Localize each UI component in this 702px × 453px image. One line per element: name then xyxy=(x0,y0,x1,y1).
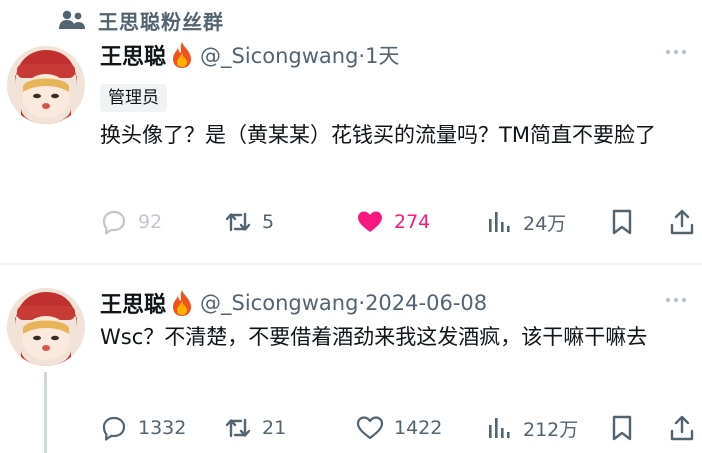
views-button[interactable]: 212万 xyxy=(485,412,578,444)
like-button[interactable]: 274 xyxy=(356,206,430,238)
like-button[interactable]: 1422 xyxy=(356,412,442,444)
post[interactable]: 王思聪 @_Sicongwang·2024-06-08 Wsc？不清楚，不要借着… xyxy=(0,280,702,453)
more-options-icon[interactable] xyxy=(664,48,688,56)
more-options-icon[interactable] xyxy=(664,296,688,304)
action-bar: 92 5 274 24万 xyxy=(100,206,700,238)
repost-icon xyxy=(225,418,251,438)
views-icon xyxy=(489,212,510,232)
avatar[interactable] xyxy=(7,46,85,124)
reply-button[interactable]: 1332 xyxy=(100,412,186,444)
thread-line xyxy=(44,372,47,453)
reply-count: 1332 xyxy=(138,417,187,439)
handle-date[interactable]: @_Sicongwang·2024-06-08 xyxy=(200,291,487,315)
bookmark-icon xyxy=(612,209,632,235)
repost-icon xyxy=(225,212,251,232)
heart-icon xyxy=(358,211,382,232)
bookmark-button[interactable] xyxy=(608,412,636,444)
reply-count: 92 xyxy=(138,211,163,233)
views-count: 24万 xyxy=(523,212,567,235)
views-count: 212万 xyxy=(523,418,579,441)
repost-count: 21 xyxy=(262,417,287,439)
heart-outline-icon xyxy=(356,416,384,440)
bookmark-button[interactable] xyxy=(608,206,636,238)
action-bar: 1332 21 1422 212万 xyxy=(100,412,700,444)
divider xyxy=(0,263,702,265)
post-text: 换头像了？是（黄某某）花钱买的流量吗？TM简直不要脸了 xyxy=(100,123,656,147)
repost-count: 5 xyxy=(262,211,275,233)
post[interactable]: 王思聪 @_Sicongwang·1天 管理员 换头像了？是（黄某某）花钱买的流… xyxy=(0,40,702,262)
repost-button[interactable]: 5 xyxy=(224,206,274,238)
bookmark-icon xyxy=(612,415,632,441)
reply-button[interactable]: 92 xyxy=(100,206,162,238)
like-count: 274 xyxy=(394,211,431,233)
fire-icon xyxy=(173,42,192,68)
reply-icon xyxy=(102,210,126,235)
views-icon xyxy=(489,418,510,438)
people-icon xyxy=(59,10,85,29)
fire-icon xyxy=(173,290,192,316)
share-button[interactable] xyxy=(668,412,696,444)
like-count: 1422 xyxy=(394,417,443,439)
community-name[interactable]: 王思聪粉丝群 xyxy=(98,6,224,35)
reply-icon xyxy=(102,416,126,441)
handle-date[interactable]: @_Sicongwang·1天 xyxy=(200,40,399,70)
post-text: Wsc？不清楚，不要借着酒劲来我这发酒疯，该干嘛干嘛去 xyxy=(100,325,648,349)
share-icon xyxy=(670,209,694,235)
display-name[interactable]: 王思聪 xyxy=(100,39,166,71)
share-button[interactable] xyxy=(668,206,696,238)
repost-button[interactable]: 21 xyxy=(224,412,286,444)
role-badge: 管理员 xyxy=(100,84,167,112)
views-button[interactable]: 24万 xyxy=(485,206,566,238)
avatar[interactable] xyxy=(7,288,85,366)
display-name[interactable]: 王思聪 xyxy=(100,287,166,319)
share-icon xyxy=(670,415,694,441)
community-header[interactable]: 王思聪粉丝群 xyxy=(58,6,224,34)
